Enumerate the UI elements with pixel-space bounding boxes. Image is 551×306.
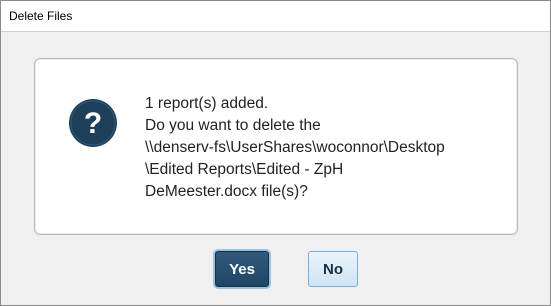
svg-text:?: ? bbox=[84, 107, 102, 140]
no-button[interactable]: No bbox=[308, 251, 358, 287]
message-line: Do you want to delete the bbox=[145, 117, 321, 134]
message-line: 1 report(s) added. bbox=[145, 95, 269, 112]
message-line: DeMeester.docx file(s)? bbox=[145, 183, 308, 200]
message-text: 1 report(s) added. Do you want to delete… bbox=[145, 93, 445, 203]
title-bar: Delete Files bbox=[1, 1, 550, 32]
message-line: \\denserv-fs\UserShares\woconnor\Desktop bbox=[145, 139, 445, 156]
yes-button[interactable]: Yes bbox=[215, 251, 269, 287]
delete-files-dialog: Delete Files ? 1 report(s) added. Do you… bbox=[0, 0, 551, 306]
dialog-title: Delete Files bbox=[9, 9, 73, 23]
message-line: \Edited Reports\Edited - ZpH bbox=[145, 161, 344, 178]
question-icon: ? bbox=[69, 99, 117, 147]
message-panel: ? 1 report(s) added. Do you want to dele… bbox=[34, 58, 518, 235]
